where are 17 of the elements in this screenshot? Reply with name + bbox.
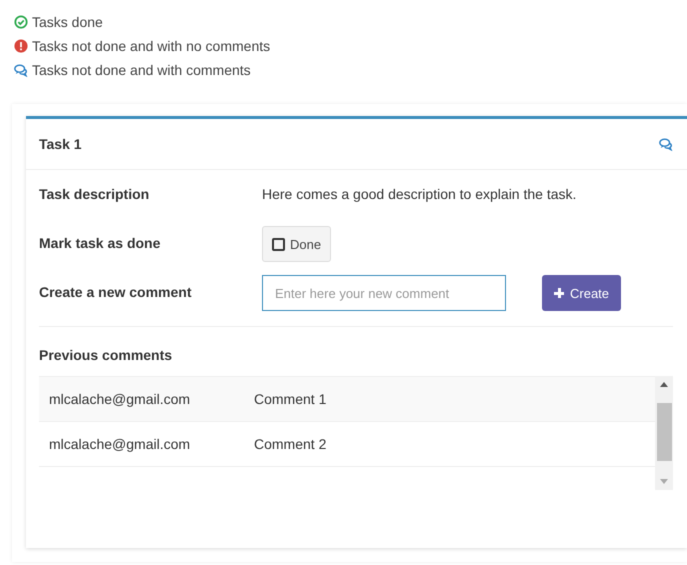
field-label: Task description [39, 185, 150, 204]
create-button[interactable]: Create [542, 275, 622, 311]
scrollbar[interactable] [655, 376, 673, 490]
table-cell-text: mlcalache@gmail.com [49, 436, 192, 452]
legend-label: Tasks done [32, 14, 103, 30]
field-label: Create a new comment [39, 283, 192, 302]
table-cell: Comment 1 [254, 391, 326, 407]
legend-label: Tasks not done and with comments [32, 62, 251, 78]
section-label: Previous comments [39, 347, 174, 365]
task-title: Task 1 [39, 136, 82, 152]
field-label: Mark task as done [39, 234, 162, 253]
comment-field[interactable]: Enter here your new comment [262, 275, 506, 311]
table-cell: Comment 2 [254, 436, 326, 452]
legend-label: Tasks not done and with no comments [32, 38, 270, 54]
done-button[interactable]: Done [262, 226, 332, 262]
table-cell-text: mlcalache@gmail.com [49, 391, 192, 407]
task-description: Here comes a good description to explain the task. [262, 185, 576, 202]
